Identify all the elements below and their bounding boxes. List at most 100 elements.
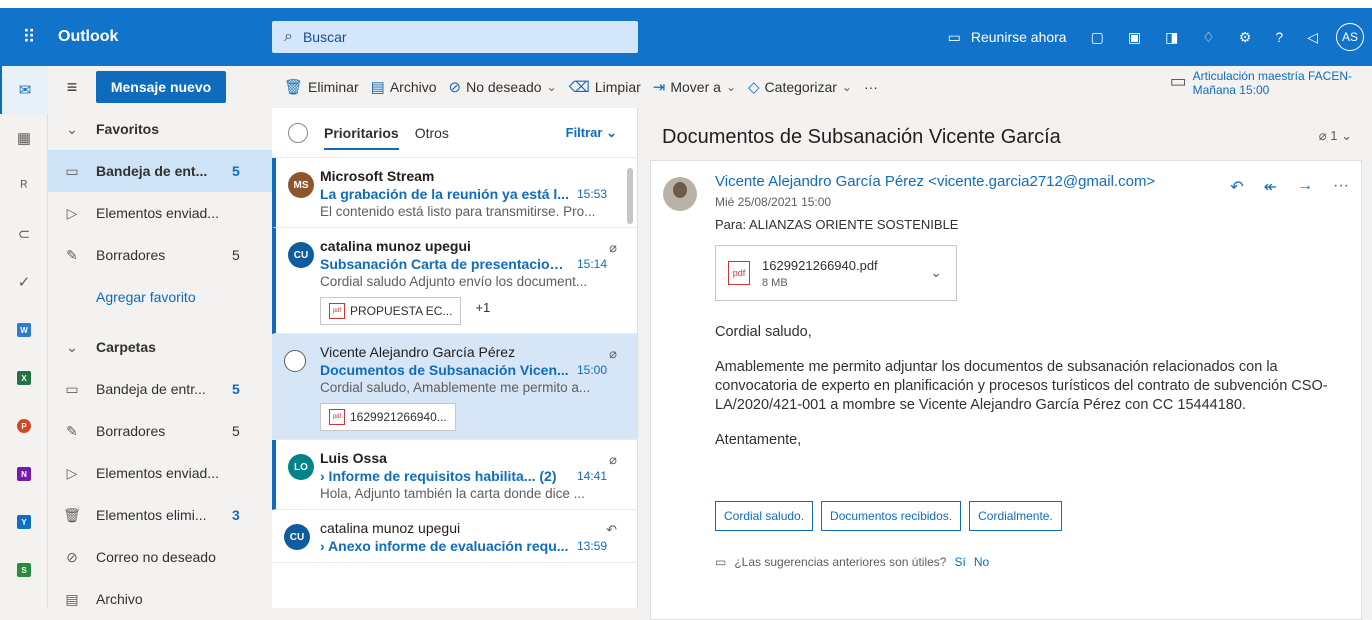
word-icon[interactable]: W	[0, 306, 48, 354]
reply-all-icon[interactable]: ↞	[1264, 177, 1277, 197]
attachment-size: 8 MB	[762, 276, 788, 289]
pencil-icon: ✎	[66, 422, 78, 439]
folder-deleted[interactable]: 🗑 Elementos elimi... 3	[48, 494, 272, 536]
folder-pane: ≡ Mensaje nuevo ⌄ Favoritos ▭ Bandeja de…	[48, 66, 272, 608]
folders-header[interactable]: ⌄ Carpetas	[48, 326, 272, 368]
app-rail: ✉ ▦ ᴿ ⊂ ✓ W X P N Y S	[0, 66, 48, 608]
folder-label: Elementos enviad...	[96, 205, 219, 221]
hamburger-icon[interactable]: ≡	[48, 77, 96, 98]
reply-icon[interactable]: ↶	[1230, 177, 1243, 197]
attachment-count-button[interactable]: ⌀ 1 ⌄	[1319, 128, 1352, 144]
message-time: 15:00	[576, 363, 607, 377]
message-item[interactable]: LO ⌀ Luis Ossa › Informe de requisitos h…	[272, 440, 637, 510]
message-sender: catalina munoz upegui	[320, 520, 461, 536]
meet-now-button[interactable]: ▭ Reunirse ahora	[936, 8, 1079, 66]
archive-icon: ▤	[370, 79, 385, 96]
avatar[interactable]: AS	[1336, 23, 1364, 51]
filter-label: Filtrar	[565, 124, 603, 140]
paperclip-icon: ⌀	[609, 346, 617, 361]
folder-archive[interactable]: ▤ Archivo	[48, 578, 272, 620]
categorize-label: Categorizar	[764, 79, 837, 95]
sway-icon[interactable]: S	[0, 546, 48, 594]
app-launcher-icon[interactable]: ⠿	[0, 8, 58, 66]
sender-name[interactable]: Vicente Alejandro García Pérez <vicente.…	[715, 173, 1155, 190]
bell-icon[interactable]: ♢	[1190, 8, 1227, 66]
favorite-drafts[interactable]: ✎ Borradores 5	[48, 234, 272, 276]
search-input[interactable]: ⌕ Buscar	[272, 21, 638, 53]
calendar-icon[interactable]: ▦	[0, 114, 48, 162]
avatar: CU	[284, 524, 310, 550]
feedback-yes-link[interactable]: Sí	[954, 555, 965, 569]
sweep-button[interactable]: ⌫ Limpiar	[569, 78, 641, 96]
move-button[interactable]: ⇥ Mover a ⌄	[653, 78, 736, 96]
message-item-selected[interactable]: ⌀ Vicente Alejandro García Pérez Documen…	[272, 334, 637, 440]
powerpoint-icon[interactable]: P	[0, 402, 48, 450]
mail-icon[interactable]: ✉	[0, 66, 48, 114]
select-radio[interactable]	[284, 350, 306, 372]
feedback-question: ¿Las sugerencias anteriores son útiles?	[734, 555, 947, 569]
teams-icon[interactable]: ▣	[1116, 8, 1153, 66]
favorite-sent[interactable]: ▷ Elementos enviad...	[48, 192, 272, 234]
app-name[interactable]: Outlook	[58, 28, 272, 46]
chat-icon[interactable]: ▢	[1079, 8, 1116, 66]
help-icon[interactable]: ?	[1263, 8, 1295, 66]
folder-inbox[interactable]: ▭ Bandeja de entr... 5	[48, 368, 272, 410]
gear-icon[interactable]: ⚙	[1227, 8, 1264, 66]
chevron-down-icon: ⌄	[546, 80, 557, 94]
paperclip-icon: ⌀	[609, 240, 617, 255]
folder-junk[interactable]: ⊘ Correo no deseado	[48, 536, 272, 578]
message-time: 13:59	[576, 539, 607, 553]
more-actions-button[interactable]: ···	[864, 79, 878, 95]
delete-button[interactable]: 🗑 Eliminar	[284, 78, 359, 96]
feedback-no-link[interactable]: No	[974, 555, 989, 569]
video-icon: ▭	[947, 28, 961, 45]
message-item[interactable]: MS Microsoft Stream La grabación de la r…	[272, 158, 637, 228]
attachment-chip[interactable]: pdf 1629921266940...	[320, 403, 456, 431]
people-icon[interactable]: ᴿ	[0, 162, 48, 210]
chevron-down-icon[interactable]: ⌄	[930, 264, 942, 281]
favorites-header[interactable]: ⌄ Favoritos	[48, 108, 272, 150]
todo-icon[interactable]: ✓	[0, 258, 48, 306]
send-icon: ▷	[66, 464, 78, 481]
message-item[interactable]: CU ↶ catalina munoz upegui › Anexo infor…	[272, 510, 637, 563]
folder-drafts[interactable]: ✎ Borradores 5	[48, 410, 272, 452]
folder-sent[interactable]: ▷ Elementos enviad...	[48, 452, 272, 494]
draft-count: 5	[232, 423, 240, 439]
tab-focused[interactable]: Prioritarios	[324, 108, 399, 158]
forward-icon[interactable]: →	[1297, 177, 1313, 197]
categorize-button[interactable]: ◇ Categorizar ⌄	[748, 78, 852, 96]
add-favorite-link[interactable]: Agregar favorito	[48, 276, 272, 318]
yammer-icon[interactable]: Y	[0, 498, 48, 546]
favorite-inbox[interactable]: ▭ Bandeja de ent... 5	[48, 150, 272, 192]
message-sender: Luis Ossa	[320, 450, 387, 466]
event-time: Mañana 15:00	[1192, 83, 1270, 97]
new-mail-button[interactable]: Mensaje nuevo	[96, 71, 226, 103]
attachment-name: 1629921266940...	[350, 410, 447, 424]
suggested-reply[interactable]: Cordial saludo.	[715, 501, 814, 531]
select-all-checkbox[interactable]	[288, 122, 308, 143]
folder-label: Borradores	[96, 247, 166, 263]
whats-new-icon[interactable]: ◨	[1153, 8, 1190, 66]
more-attachments-count[interactable]: +1	[475, 300, 490, 315]
attachment-card[interactable]: pdf 1629921266940.pdf 8 MB ⌄	[715, 245, 957, 301]
chevron-down-icon: ⌄	[1341, 128, 1352, 143]
message-item[interactable]: CU ⌀ catalina munoz upegui Subsanación C…	[272, 228, 637, 334]
more-icon[interactable]: ···	[1333, 177, 1349, 197]
excel-icon[interactable]: X	[0, 354, 48, 402]
move-label: Mover a	[670, 79, 721, 95]
folder-label: Correo no deseado	[96, 549, 216, 565]
onenote-icon[interactable]: N	[0, 450, 48, 498]
list-scrollbar[interactable]	[627, 168, 633, 224]
feedback-icon[interactable]: ◁	[1295, 8, 1330, 66]
chevron-down-icon: ⌄	[841, 80, 852, 94]
sender-avatar[interactable]	[663, 177, 697, 211]
junk-button[interactable]: ⊘ No deseado ⌄	[449, 78, 557, 96]
attachment-icon[interactable]: ⊂	[0, 210, 48, 258]
upcoming-event[interactable]: ▭ Articulación maestría FACEN- Mañana 15…	[1170, 69, 1352, 97]
suggested-reply[interactable]: Documentos recibidos.	[821, 501, 962, 531]
archive-button[interactable]: ▤ Archivo	[371, 78, 437, 96]
attachment-chip[interactable]: pdf PROPUESTA EC...	[320, 297, 462, 325]
tab-other[interactable]: Otros	[415, 108, 449, 158]
suggested-reply[interactable]: Cordialmente.	[969, 501, 1062, 531]
filter-button[interactable]: Filtrar ⌄	[566, 125, 617, 141]
